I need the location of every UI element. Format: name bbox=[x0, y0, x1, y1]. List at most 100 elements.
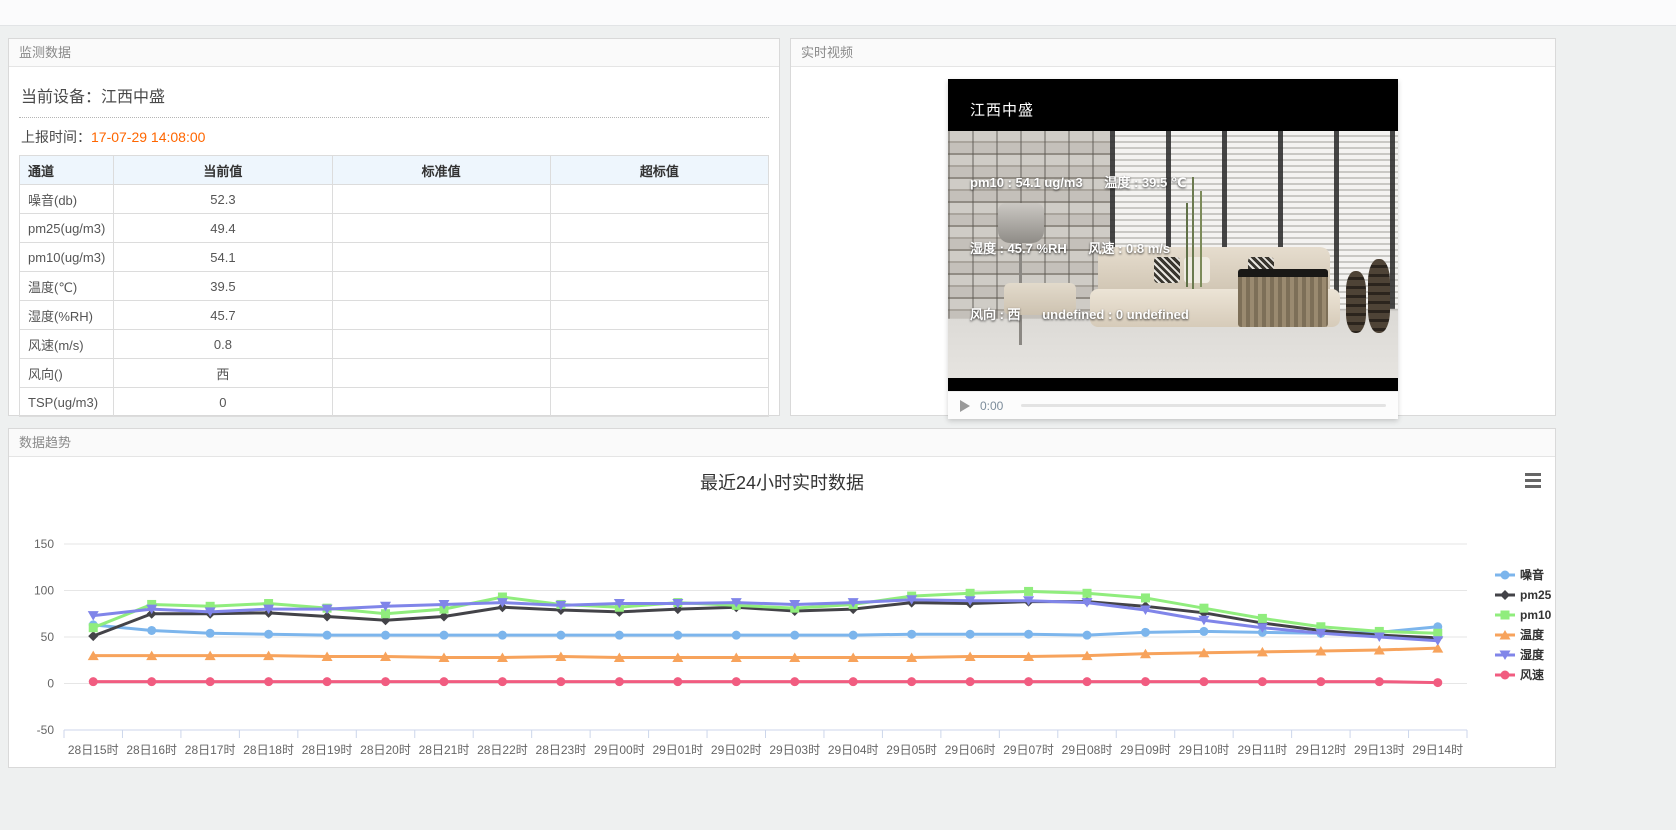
channel-cell: TSP(ug/m3) bbox=[20, 388, 114, 417]
video-controls: 0:00 bbox=[948, 391, 1398, 419]
legend-item[interactable]: 噪音 bbox=[1495, 567, 1544, 582]
value-cell bbox=[332, 185, 550, 214]
video-device-title: 江西中盛 bbox=[970, 99, 1034, 120]
legend-label: pm25 bbox=[1520, 588, 1552, 602]
table-row: pm25(ug/m3)49.4 bbox=[20, 214, 769, 243]
channel-cell: 风速(m/s) bbox=[20, 330, 114, 359]
trend-chart-container: 最近24小时实时数据150100500-5028日15时28日16时28日17时… bbox=[9, 457, 1555, 772]
video-player: 江西中盛 bbox=[948, 79, 1398, 419]
scene-plant bbox=[1192, 177, 1194, 289]
x-axis-label: 29日09时 bbox=[1120, 743, 1171, 757]
table-row: 风向()西 bbox=[20, 359, 769, 388]
y-axis-label: 50 bbox=[41, 630, 55, 644]
x-axis-label: 29日00时 bbox=[594, 743, 645, 757]
channel-cell: pm10(ug/m3) bbox=[20, 243, 114, 272]
video-frame[interactable]: 噪音 : 52.3 db pm25 : 49.4 ug/m3 pm10 : 54… bbox=[948, 131, 1398, 378]
table-header-cell: 通道 bbox=[20, 156, 114, 185]
monitor-table-header-row: 通道当前值标准值超标值 bbox=[20, 156, 769, 185]
value-cell bbox=[332, 243, 550, 272]
value-cell bbox=[550, 388, 768, 417]
legend-item[interactable]: pm25 bbox=[1495, 588, 1552, 602]
legend-label: 噪音 bbox=[1520, 567, 1544, 582]
x-axis-label: 29日07时 bbox=[1003, 743, 1054, 757]
table-header-cell: 超标值 bbox=[550, 156, 768, 185]
table-row: TSP(ug/m3)0 bbox=[20, 388, 769, 417]
x-axis-label: 29日08时 bbox=[1062, 743, 1113, 757]
x-axis-label: 28日17时 bbox=[185, 743, 236, 757]
legend-label: 温度 bbox=[1520, 627, 1545, 642]
report-time: 上报时间：17-07-29 14:08:00 bbox=[19, 118, 769, 155]
value-cell bbox=[332, 214, 550, 243]
video-panel: 实时视频 江西中盛 bbox=[790, 38, 1556, 416]
x-axis-label: 28日16时 bbox=[126, 743, 177, 757]
value-cell bbox=[332, 330, 550, 359]
table-row: 风速(m/s)0.8 bbox=[20, 330, 769, 359]
x-axis-label: 29日06时 bbox=[945, 743, 996, 757]
table-header-cell: 当前值 bbox=[114, 156, 332, 185]
series-pm10 bbox=[89, 587, 1443, 638]
value-cell bbox=[550, 272, 768, 301]
y-axis-label: 100 bbox=[34, 584, 54, 598]
monitor-panel: 监测数据 当前设备：江西中盛 上报时间：17-07-29 14:08:00 通道… bbox=[8, 38, 780, 416]
video-sensor-overlay: 噪音 : 52.3 db pm25 : 49.4 ug/m3 pm10 : 54… bbox=[970, 131, 1189, 370]
value-cell: 49.4 bbox=[114, 214, 332, 243]
value-cell bbox=[550, 243, 768, 272]
trend-chart: 最近24小时实时数据150100500-5028日15时28日16时28日17时… bbox=[9, 457, 1555, 767]
x-axis-label: 28日18时 bbox=[243, 743, 294, 757]
overlay-line: 风向 : 西 undefined : 0 undefined bbox=[970, 304, 1189, 326]
legend-item[interactable]: 湿度 bbox=[1495, 647, 1545, 662]
report-time-value: 17-07-29 14:08:00 bbox=[91, 129, 205, 145]
video-progress-bar[interactable] bbox=[1021, 404, 1386, 407]
x-axis-label: 29日12时 bbox=[1296, 743, 1347, 757]
report-time-label: 上报时间： bbox=[21, 129, 91, 145]
x-axis-label: 28日23时 bbox=[536, 743, 587, 757]
table-row: pm10(ug/m3)54.1 bbox=[20, 243, 769, 272]
value-cell: 52.3 bbox=[114, 185, 332, 214]
video-time-display: 0:00 bbox=[980, 399, 1003, 413]
x-axis-label: 29日13时 bbox=[1354, 743, 1405, 757]
value-cell bbox=[332, 359, 550, 388]
legend-label: 风速 bbox=[1520, 667, 1544, 682]
x-axis-label: 28日20时 bbox=[360, 743, 411, 757]
value-cell bbox=[332, 301, 550, 330]
x-axis-label: 28日15时 bbox=[68, 743, 119, 757]
x-axis-label: 29日11时 bbox=[1237, 743, 1287, 757]
chart-menu-button[interactable] bbox=[1525, 473, 1541, 491]
current-device-label: 当前设备：江西中盛 bbox=[19, 77, 769, 118]
scene-coffee-table bbox=[1238, 269, 1328, 327]
overlay-line: 湿度 : 45.7 %RH 风速 : 0.8 m/s bbox=[970, 238, 1189, 260]
channel-cell: 湿度(%RH) bbox=[20, 301, 114, 330]
x-axis-label: 29日01时 bbox=[652, 743, 703, 757]
legend-item[interactable]: pm10 bbox=[1495, 608, 1552, 622]
trend-panel-title: 数据趋势 bbox=[9, 429, 1555, 457]
series-温度 bbox=[88, 643, 1444, 662]
value-cell: 54.1 bbox=[114, 243, 332, 272]
page-content: 监测数据 当前设备：江西中盛 上报时间：17-07-29 14:08:00 通道… bbox=[0, 26, 1676, 768]
table-row: 温度(℃)39.5 bbox=[20, 272, 769, 301]
x-axis-label: 29日14时 bbox=[1412, 743, 1463, 757]
channel-cell: 温度(℃) bbox=[20, 272, 114, 301]
x-axis-label: 28日19时 bbox=[302, 743, 353, 757]
x-axis-label: 28日21时 bbox=[419, 743, 470, 757]
monitor-table: 通道当前值标准值超标值 噪音(db)52.3pm25(ug/m3)49.4pm1… bbox=[19, 155, 769, 417]
y-axis-label: 0 bbox=[47, 677, 54, 691]
channel-cell: 风向() bbox=[20, 359, 114, 388]
value-cell: 39.5 bbox=[114, 272, 332, 301]
y-axis-label: -50 bbox=[37, 723, 55, 737]
channel-cell: pm25(ug/m3) bbox=[20, 214, 114, 243]
table-row: 噪音(db)52.3 bbox=[20, 185, 769, 214]
video-panel-title: 实时视频 bbox=[791, 39, 1555, 67]
legend-item[interactable]: 风速 bbox=[1495, 667, 1544, 682]
table-row: 湿度(%RH)45.7 bbox=[20, 301, 769, 330]
value-cell: 0.8 bbox=[114, 330, 332, 359]
video-letterbox bbox=[948, 378, 1398, 391]
value-cell: 西 bbox=[114, 359, 332, 388]
value-cell bbox=[332, 388, 550, 417]
legend-label: pm10 bbox=[1520, 608, 1552, 622]
value-cell bbox=[550, 214, 768, 243]
x-axis-label: 29日05时 bbox=[886, 743, 937, 757]
svg-text:最近24小时实时数据: 最近24小时实时数据 bbox=[700, 473, 864, 493]
legend-item[interactable]: 温度 bbox=[1495, 627, 1545, 642]
play-button-icon[interactable] bbox=[960, 400, 970, 412]
trend-panel: 数据趋势 最近24小时实时数据150100500-5028日15时28日16时2… bbox=[8, 428, 1556, 768]
